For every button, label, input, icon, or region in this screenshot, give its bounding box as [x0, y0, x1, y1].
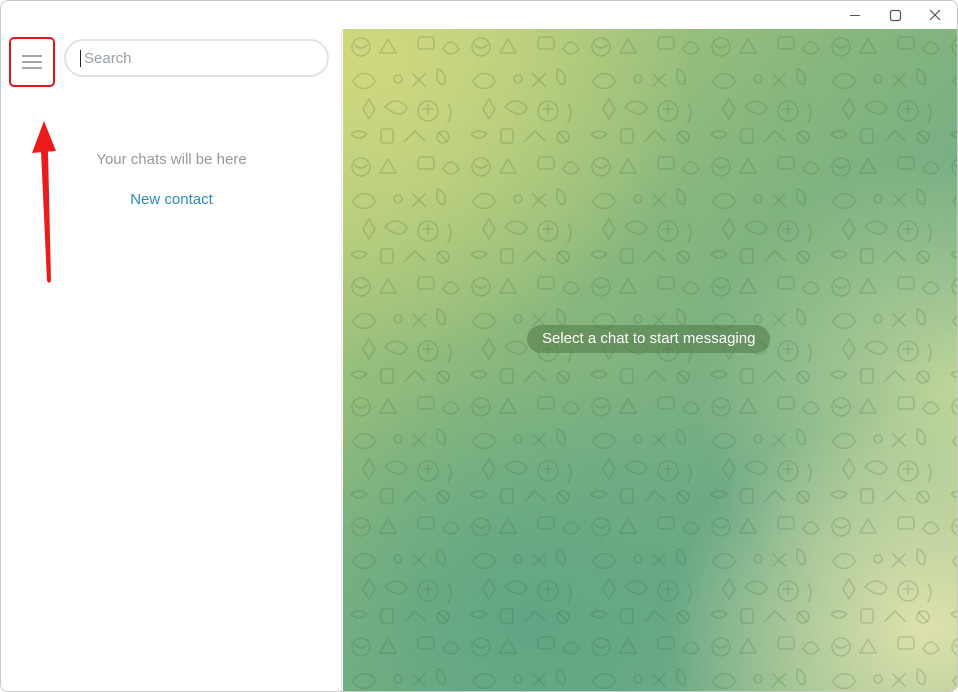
new-contact-link[interactable]: New contact: [1, 191, 342, 208]
maximize-button[interactable]: [875, 1, 915, 29]
hamburger-menu-icon: [22, 55, 42, 69]
chat-background: Select a chat to start messaging: [343, 29, 957, 691]
sidebar: Your chats will be here New contact: [1, 29, 342, 691]
close-icon: [929, 9, 941, 21]
doodle-pattern: [343, 29, 957, 691]
maximize-icon: [889, 9, 901, 21]
app-window: Your chats will be here New contact: [0, 0, 958, 692]
minimize-button[interactable]: [835, 1, 875, 29]
minimize-icon: [850, 15, 860, 16]
main-menu-button[interactable]: [9, 37, 55, 87]
close-button[interactable]: [915, 1, 955, 29]
search-box[interactable]: [64, 39, 329, 77]
search-input[interactable]: [80, 50, 314, 67]
title-bar: [1, 1, 957, 29]
select-chat-placeholder: Select a chat to start messaging: [527, 325, 771, 353]
empty-chats-message: Your chats will be here: [96, 151, 247, 168]
